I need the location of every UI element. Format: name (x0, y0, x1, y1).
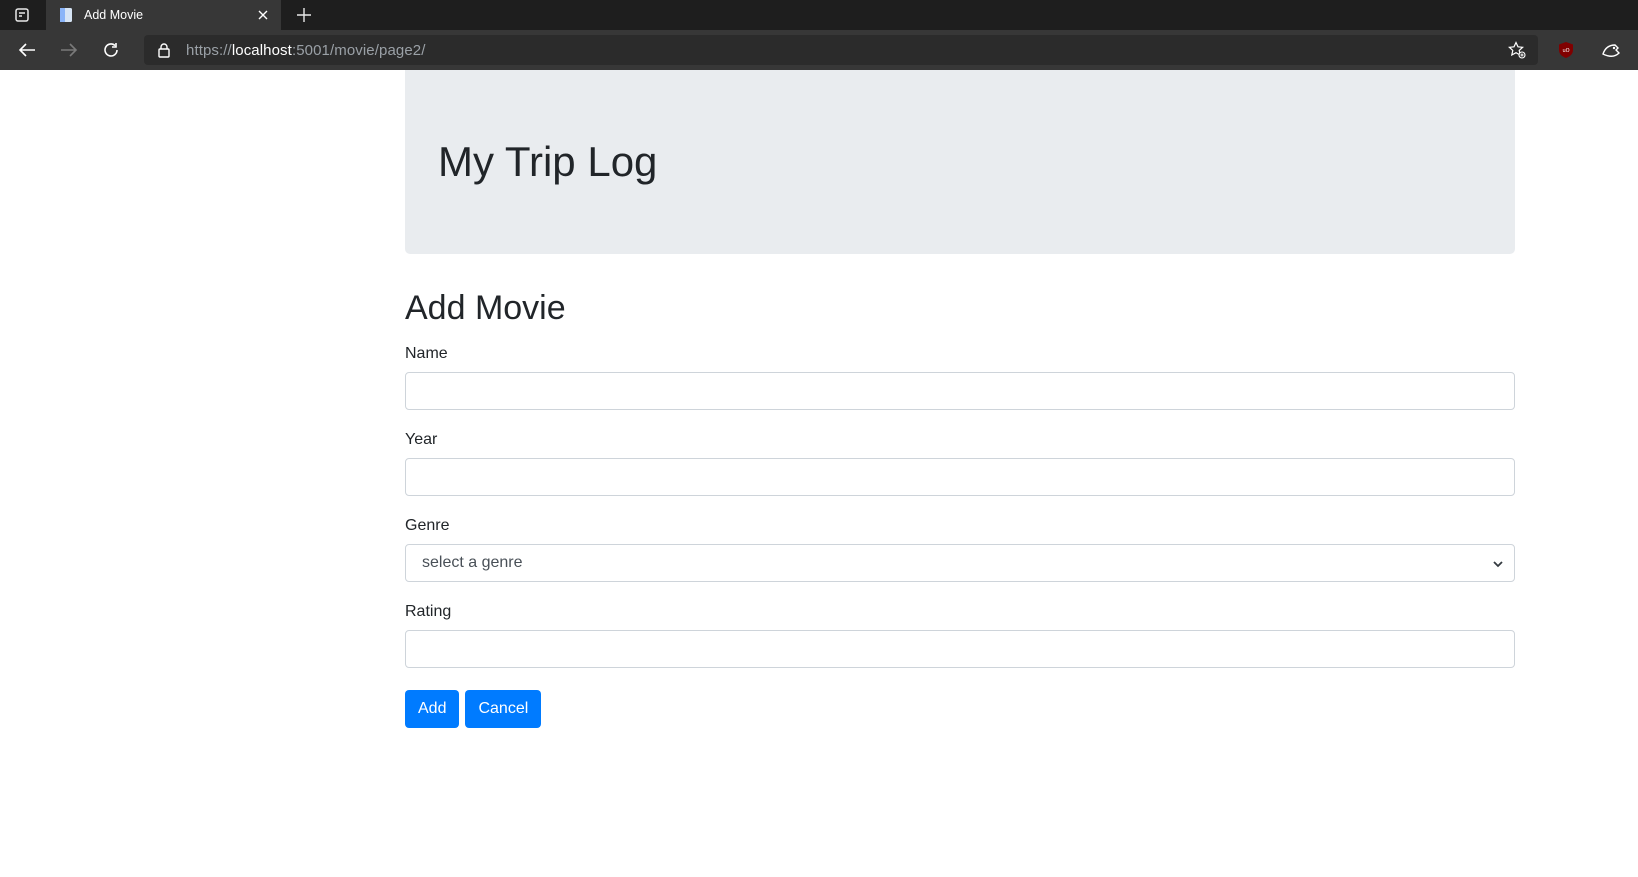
name-form-group: Name (405, 345, 1515, 431)
genre-select[interactable]: select a genre (405, 544, 1515, 582)
genre-selected-value: select a genre (422, 554, 523, 571)
genre-label: Genre (405, 517, 450, 534)
new-tab-icon[interactable] (294, 5, 314, 25)
genre-form-group: Genre select a genre (405, 517, 1515, 603)
name-input[interactable] (405, 372, 1515, 410)
address-bar[interactable]: https://localhost:5001/movie/page2/ (144, 35, 1538, 65)
ublock-extension-icon[interactable]: uO (1558, 41, 1574, 59)
refresh-icon[interactable] (100, 39, 122, 61)
browser-tab-active[interactable]: Add Movie (46, 0, 281, 30)
cancel-button[interactable]: Cancel (465, 690, 542, 728)
year-label: Year (405, 431, 438, 448)
tab-title: Add Movie (84, 8, 144, 22)
form-buttons: Add Cancel (405, 690, 547, 728)
rating-label: Rating (405, 603, 452, 620)
forward-arrow-icon[interactable] (58, 39, 80, 61)
rating-input[interactable] (405, 630, 1515, 668)
add-favorite-star-icon[interactable] (1508, 41, 1526, 59)
year-form-group: Year (405, 431, 1515, 517)
year-input[interactable] (405, 458, 1515, 496)
url-text: https://localhost:5001/movie/page2/ (186, 41, 426, 59)
rating-form-group: Rating (405, 603, 1515, 689)
main-container: My Trip Log Add Movie Name Year Genre se… (405, 70, 1515, 728)
extension-icon[interactable] (1601, 41, 1621, 59)
site-title: My Trip Log (438, 138, 658, 185)
chevron-down-icon (1492, 557, 1504, 569)
browser-tab-bar: Add Movie (0, 0, 1638, 30)
svg-text:uO: uO (1562, 48, 1569, 54)
close-tab-icon[interactable] (255, 7, 271, 23)
add-movie-form: Name Year Genre select a genre Rating Ad… (405, 345, 1515, 728)
jumbotron-header: My Trip Log (405, 70, 1515, 254)
page-title: Add Movie (405, 289, 566, 327)
lock-icon[interactable] (158, 42, 172, 58)
tab-actions-icon[interactable] (12, 6, 32, 24)
page-favicon-icon (58, 7, 74, 23)
browser-toolbar: https://localhost:5001/movie/page2/ (0, 30, 1638, 70)
add-button[interactable]: Add (405, 690, 460, 728)
back-arrow-icon[interactable] (16, 39, 38, 61)
page-content: My Trip Log Add Movie Name Year Genre se… (0, 70, 1638, 877)
name-label: Name (405, 345, 448, 362)
